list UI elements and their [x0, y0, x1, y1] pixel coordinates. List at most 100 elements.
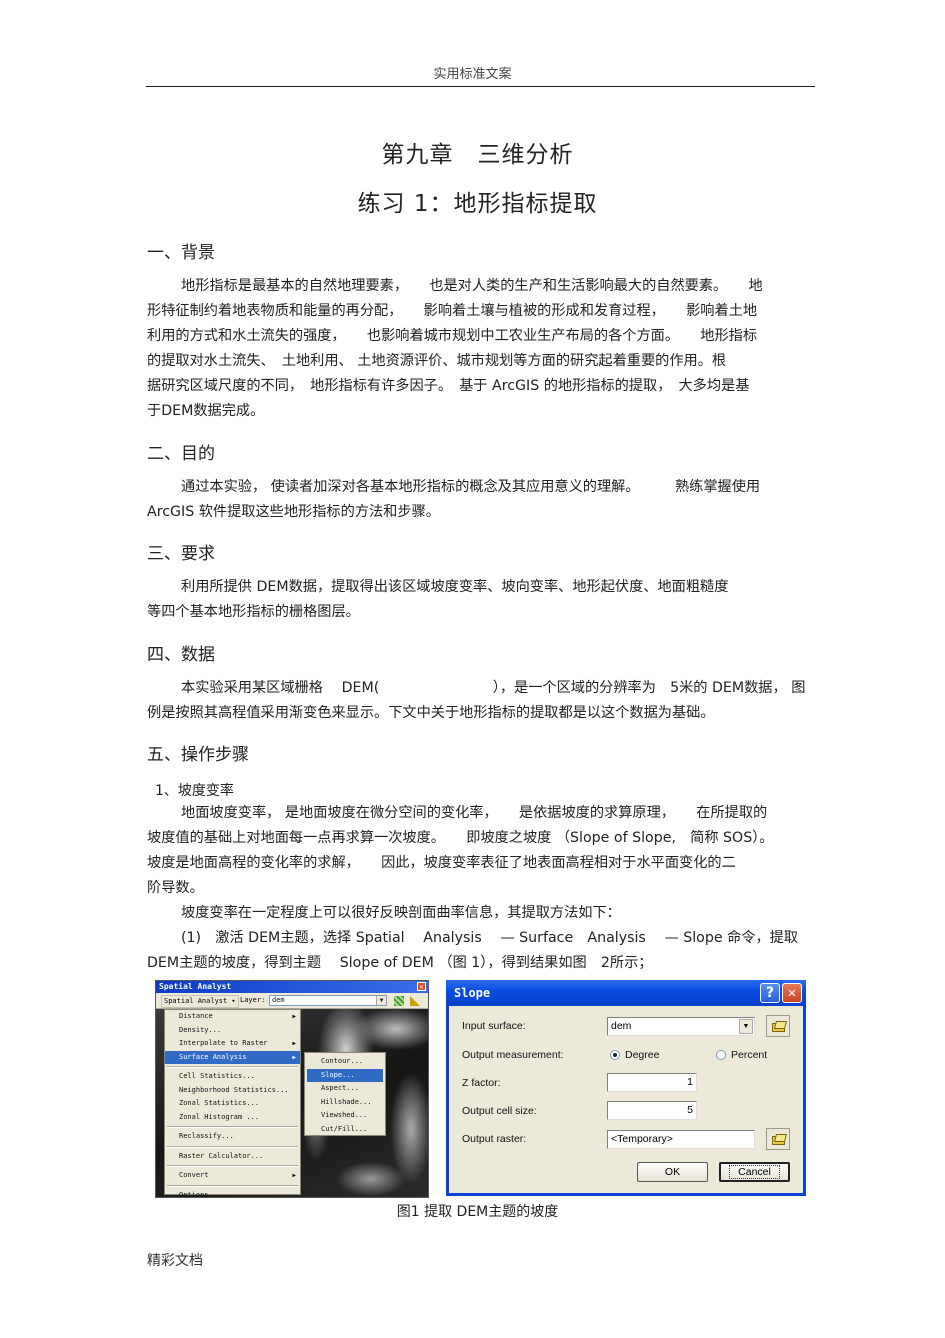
menu-item-label: Convert: [179, 1171, 209, 1179]
menu-item-options[interactable]: Options...: [165, 1189, 300, 1198]
section-heading-requirements: 三、要求: [147, 544, 215, 564]
output-cell-size-input[interactable]: 5: [607, 1101, 697, 1120]
submenu-item-viewshed[interactable]: Viewshed...: [307, 1109, 383, 1123]
chapter-title: 第九章 三维分析: [381, 142, 574, 168]
percent-radio[interactable]: [716, 1050, 726, 1060]
spatial-analyst-menu-button[interactable]: Spatial Analyst ▾: [161, 995, 239, 1008]
section-heading-steps: 五、操作步骤: [147, 745, 249, 765]
percent-radio-label: Percent: [731, 1049, 768, 1061]
section-body-background: 地形指标是最基本的自然地理要素， 也是对人类的生产和生活影响最大的自然要素。 地…: [147, 274, 815, 424]
text-line: 于DEM数据完成。: [147, 403, 265, 419]
text-line: 利用的方式和水土流失的强度， 也影响着城市规划中工农业生产布局的各个方面。 地形…: [147, 328, 758, 344]
menu-item-label: Reclassify...: [179, 1132, 234, 1140]
text-line: 阶导数。: [147, 880, 204, 896]
page-footer: 精彩文档: [147, 1253, 203, 1269]
text-line: 坡度是地面高程的变化率的求解， 因此，坡度变率表征了地表面高程相对于水平面变化的…: [147, 855, 736, 871]
close-button[interactable]: ✕: [782, 983, 802, 1003]
help-button[interactable]: ?: [760, 983, 780, 1003]
degree-radio-label: Degree: [625, 1049, 660, 1061]
menu-separator: [167, 1126, 298, 1128]
menu-item-reclassify[interactable]: Reclassify...: [165, 1130, 300, 1144]
menu-item-raster-calculator[interactable]: Raster Calculator...: [165, 1150, 300, 1164]
menu-item-label: Contour...: [321, 1057, 364, 1065]
z-factor-input[interactable]: 1: [607, 1073, 697, 1092]
close-icon[interactable]: ✕: [417, 982, 426, 991]
menu-item-zonal-histogram[interactable]: Zonal Histogram ...: [165, 1111, 300, 1125]
layer-value: dem: [272, 996, 285, 1004]
spatial-analyst-title: Spatial Analyst: [159, 982, 232, 991]
input-surface-select[interactable]: dem ▼: [607, 1017, 755, 1036]
figure-caption: 图1 提取 DEM主题的坡度: [396, 1204, 559, 1220]
chevron-down-icon[interactable]: ▼: [376, 996, 386, 1005]
menu-item-neighborhood-statistics[interactable]: Neighborhood Statistics...: [165, 1084, 300, 1098]
menu-item-zonal-statistics[interactable]: Zonal Statistics...: [165, 1097, 300, 1111]
text-line: 坡度值的基础上对地面每一点再求算一次坡度。 即坡度之坡度 （Slope of S…: [147, 830, 774, 846]
degree-radio[interactable]: [610, 1050, 620, 1060]
menu-item-density[interactable]: Density...: [165, 1024, 300, 1038]
open-folder-icon[interactable]: [766, 1128, 790, 1150]
slope-dialog-title: Slope: [454, 986, 491, 1000]
menu-item-label: Density...: [179, 1025, 222, 1034]
submenu-item-cut-fill[interactable]: Cut/Fill...: [307, 1123, 383, 1137]
menu-separator: [167, 1184, 298, 1187]
submenu-item-slope[interactable]: Slope...: [307, 1068, 383, 1082]
output-cell-size-label: Output cell size:: [462, 1105, 537, 1117]
output-raster-label: Output raster:: [462, 1133, 527, 1145]
text-line: 地面坡度变率， 是地面坡度在微分空间的变化率， 是依据坡度的求算原理， 在所提取…: [181, 805, 768, 821]
menu-item-convert[interactable]: Convert ▶: [165, 1169, 300, 1183]
menu-item-label: Surface Analysis: [179, 1052, 247, 1061]
submenu-item-hillshade[interactable]: Hillshade...: [307, 1096, 383, 1110]
menu-item-label: Aspect...: [321, 1084, 359, 1092]
open-folder-icon[interactable]: [766, 1015, 790, 1037]
surface-analysis-submenu: Contour... Slope... Aspect... Hillshade.…: [304, 1052, 386, 1136]
input-surface-label: Input surface:: [462, 1020, 526, 1032]
menu-item-label: Distance: [179, 1012, 213, 1020]
section-body-purpose: 通过本实验， 使读者加深对各基本地形指标的概念及其应用意义的理解。 熟练掌握使用…: [147, 475, 815, 525]
menu-item-label: Zonal Histogram ...: [179, 1112, 260, 1121]
menu-separator: [167, 1165, 298, 1167]
menu-item-label: Raster Calculator...: [179, 1151, 264, 1160]
slope-dialog-titlebar: Slope ? ✕: [446, 980, 806, 1006]
spatial-analyst-screenshot: Spatial Analyst ✕ Spatial Analyst ▾ Laye…: [155, 980, 429, 1198]
menu-separator: [167, 1066, 298, 1068]
menu-item-cell-statistics[interactable]: Cell Statistics...: [165, 1070, 300, 1084]
menu-item-distance[interactable]: Distance ▶: [165, 1010, 300, 1024]
menu-item-label: Slope...: [321, 1070, 355, 1079]
ok-button[interactable]: OK: [637, 1162, 708, 1182]
submenu-arrow-icon: ▶: [292, 1172, 296, 1179]
menu-item-interpolate-to-raster[interactable]: Interpolate to Raster ▶: [165, 1037, 300, 1051]
menu-item-surface-analysis[interactable]: Surface Analysis ▶: [165, 1050, 300, 1064]
section-heading-data: 四、数据: [147, 645, 215, 665]
text-line: 地形指标是最基本的自然地理要素， 也是对人类的生产和生活影响最大的自然要素。 地: [181, 278, 763, 294]
menu-item-label: Zonal Statistics...: [179, 1099, 260, 1107]
slope-dialog: Slope ? ✕ Input surface: dem ▼ Output me…: [446, 980, 806, 1196]
menu-item-label: Cell Statistics...: [179, 1072, 255, 1080]
input-surface-value: dem: [611, 1020, 632, 1032]
section-body-data: 本实验采用某区域栅格 DEM( ），是一个区域的分辨率为 5米的 DEM数据， …: [147, 676, 815, 726]
profile-icon[interactable]: [410, 996, 420, 1006]
layer-label: Layer:: [240, 996, 266, 1004]
menu-item-label: Options...: [179, 1190, 222, 1198]
cancel-button[interactable]: Cancel: [719, 1162, 790, 1182]
text-line: 的提取对水土流失、 土地利用、 土地资源评价、城市规划等方面的研究起着重要的作用…: [147, 353, 727, 369]
submenu-arrow-icon: ▶: [292, 1013, 296, 1020]
layer-select[interactable]: dem ▼: [269, 995, 387, 1006]
text-line: 利用所提供 DEM数据，提取得出该区域坡度变率、坡向变率、地形起伏度、地面粗糙度: [181, 579, 729, 595]
text-line: 等四个基本地形指标的栅格图层。: [147, 604, 360, 620]
histogram-icon[interactable]: [394, 996, 404, 1006]
page-header: 实用标准文案: [433, 67, 512, 82]
text-line: DEM主题的坡度，得到主题 Slope of DEM （图 1），得到结果如图 …: [147, 955, 653, 971]
text-line: 本实验采用某区域栅格 DEM( ），是一个区域的分辨率为 5米的 DEM数据， …: [181, 680, 806, 696]
menu-item-label: Neighborhood Statistics...: [179, 1085, 289, 1094]
submenu-item-aspect[interactable]: Aspect...: [307, 1082, 383, 1096]
menu-item-label: Viewshed...: [321, 1111, 368, 1119]
output-raster-input[interactable]: <Temporary>: [607, 1130, 755, 1149]
text-line: 通过本实验， 使读者加深对各基本地形指标的概念及其应用意义的理解。 熟练掌握使用: [181, 479, 761, 495]
menu-item-label: Cut/Fill...: [321, 1124, 368, 1133]
section-body-steps: 地面坡度变率， 是地面坡度在微分空间的变化率， 是依据坡度的求算原理， 在所提取…: [147, 801, 815, 976]
chevron-down-icon[interactable]: ▼: [739, 1019, 753, 1034]
submenu-item-contour[interactable]: Contour...: [307, 1055, 383, 1069]
header-rule: [146, 86, 815, 87]
text-line: ArcGIS 软件提取这些地形指标的方法和步骤。: [147, 504, 440, 520]
text-line: 坡度变率在一定程度上可以很好反映剖面曲率信息，其提取方法如下：: [181, 905, 621, 921]
